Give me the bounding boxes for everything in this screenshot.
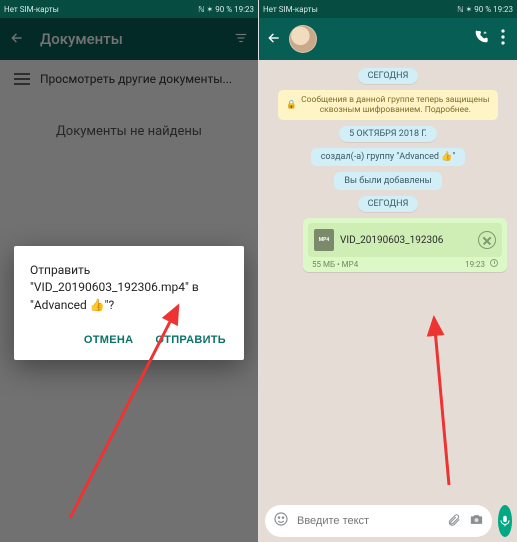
cancel-upload-icon[interactable]: [478, 231, 496, 249]
attach-icon[interactable]: [447, 512, 461, 531]
camera-icon[interactable]: [469, 512, 484, 531]
chat-appbar: [259, 18, 517, 60]
date-chip-today: СЕГОДНЯ: [358, 68, 419, 84]
dialog-message: Отправить "VID_20190603_192306.mp4" в "A…: [30, 262, 228, 314]
date-chip: 5 ОКТЯБРЯ 2018 Г.: [339, 126, 437, 142]
call-icon[interactable]: [473, 29, 489, 49]
date-chip-today-2: СЕГОДНЯ: [358, 196, 419, 212]
status-bar: Нет SIM-карты ℕ ✶ 90 % 19:23: [259, 0, 517, 18]
outgoing-document-message[interactable]: MP4 VID_20190603_192306 55 МБ • MP4 19:2…: [303, 218, 507, 272]
status-time: 19:23: [234, 5, 254, 14]
status-time: 19:23: [493, 5, 513, 14]
send-button[interactable]: ОТПРАВИТЬ: [153, 328, 228, 352]
back-icon[interactable]: [267, 30, 281, 49]
pending-clock-icon: [490, 259, 498, 267]
system-created-group: создал(-а) группу "Advanced 👍": [311, 148, 466, 166]
status-bt: ✶: [207, 5, 214, 14]
status-bt: ✶: [466, 5, 473, 14]
left-phone: Нет SIM-карты ℕ ✶ 90 % 19:23 Документы П…: [0, 0, 258, 542]
message-input[interactable]: [297, 515, 439, 527]
mic-button[interactable]: [498, 505, 512, 537]
composer: [259, 500, 517, 542]
file-icon: MP4: [314, 229, 334, 251]
send-dialog: Отправить "VID_20190603_192306.mp4" в "A…: [14, 246, 244, 360]
file-meta: 55 МБ • MP4: [312, 260, 358, 269]
emoji-icon[interactable]: [273, 511, 289, 531]
status-sim: Нет SIM-карты: [4, 5, 59, 14]
status-nfc: ℕ: [198, 5, 204, 14]
avatar[interactable]: [289, 25, 317, 53]
status-battery: 90 %: [474, 5, 491, 14]
system-you-were-added: Вы были добавлены: [334, 172, 441, 190]
lock-icon: 🔒: [286, 100, 297, 110]
file-name: VID_20190603_192306: [340, 235, 472, 246]
composer-input-wrap[interactable]: [265, 505, 492, 537]
status-sim: Нет SIM-карты: [263, 5, 318, 14]
status-nfc: ℕ: [457, 5, 463, 14]
right-phone: Нет SIM-карты ℕ ✶ 90 % 19:23 СЕГОДНЯ 🔒: [258, 0, 517, 542]
status-battery: 90 %: [215, 5, 232, 14]
cancel-button[interactable]: ОТМЕНА: [82, 328, 135, 352]
more-icon[interactable]: [497, 29, 509, 49]
message-time: 19:23: [465, 260, 485, 269]
chat-body: СЕГОДНЯ 🔒 Сообщения в данной группе тепе…: [259, 60, 517, 500]
encryption-notice[interactable]: 🔒 Сообщения в данной группе теперь защищ…: [278, 90, 498, 120]
status-bar: Нет SIM-карты ℕ ✶ 90 % 19:23: [0, 0, 258, 18]
